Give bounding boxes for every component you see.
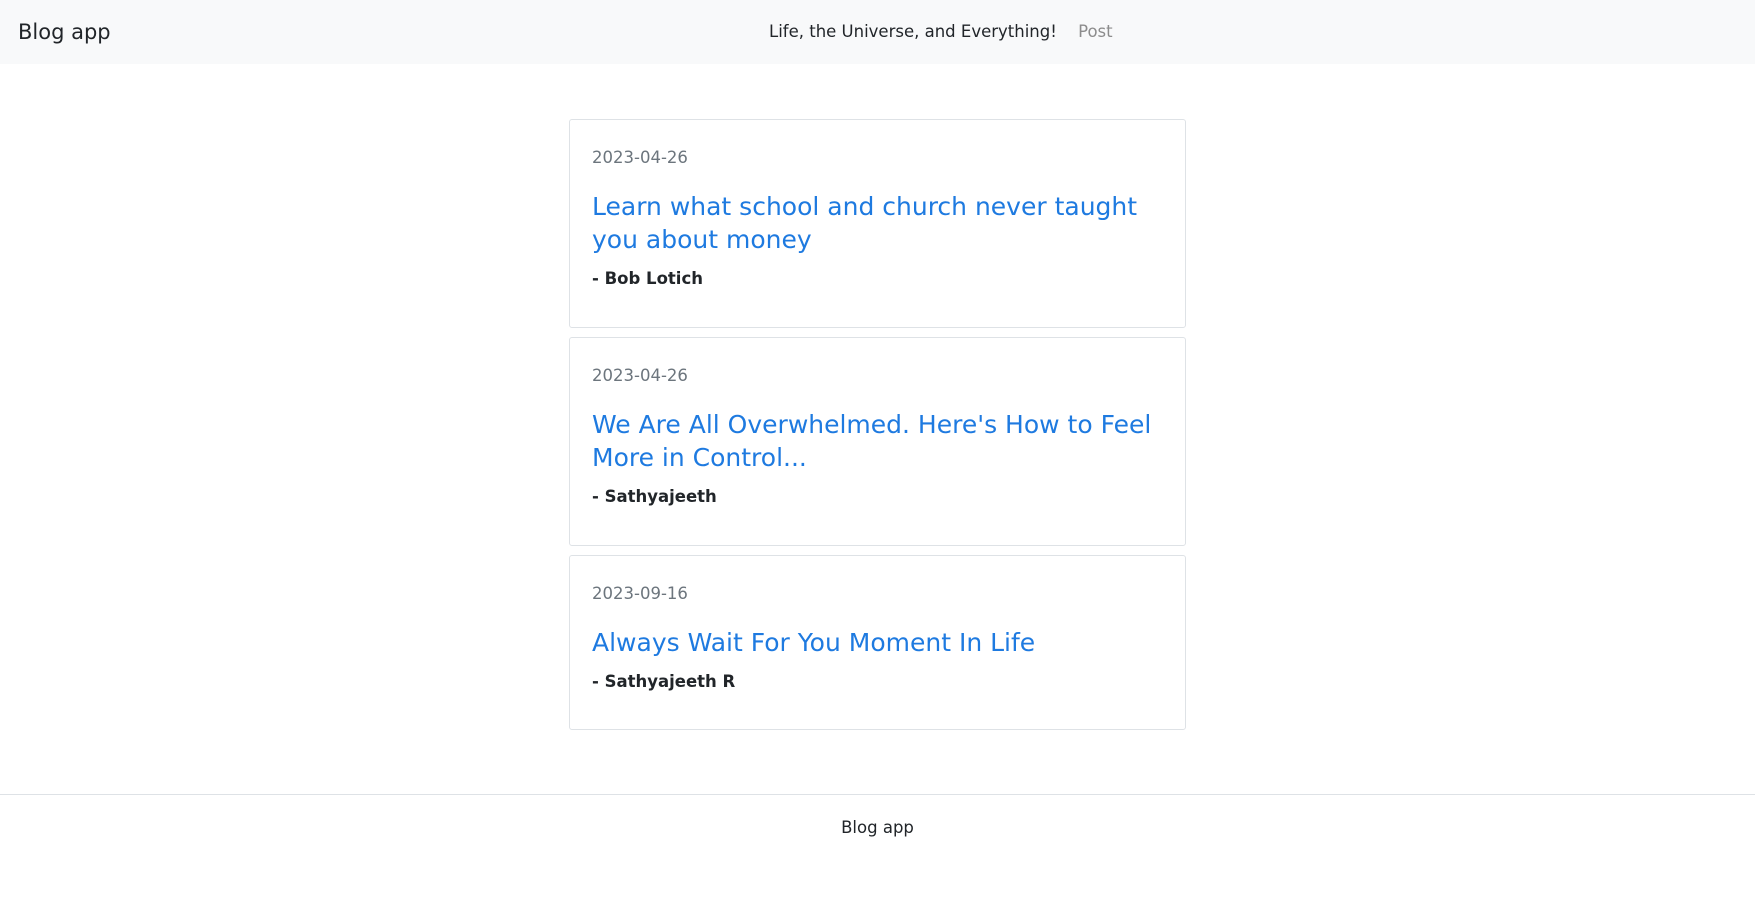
post-date: 2023-04-26 — [592, 366, 688, 385]
post-author: - Sathyajeeth — [592, 487, 717, 506]
post-date: 2023-04-26 — [592, 148, 688, 167]
nav-links: Life, the Universe, and Everything! Post — [769, 21, 1113, 43]
post-author: - Bob Lotich — [592, 269, 703, 288]
post-title-link[interactable]: Learn what school and church never taugh… — [592, 190, 1167, 256]
post-author: - Sathyajeeth R — [592, 672, 736, 691]
footer-text: Blog app — [841, 818, 914, 837]
navbar: Blog app Life, the Universe, and Everyth… — [0, 0, 1755, 64]
nav-tagline-link[interactable]: Life, the Universe, and Everything! — [769, 22, 1057, 41]
footer: Blog app — [0, 794, 1755, 904]
post-card: 2023-04-26 We Are All Overwhelmed. Here'… — [569, 337, 1186, 546]
brand-link[interactable]: Blog app — [18, 18, 111, 46]
nav-post-link[interactable]: Post — [1078, 22, 1113, 41]
post-card: 2023-09-16 Always Wait For You Moment In… — [569, 555, 1186, 730]
post-date: 2023-09-16 — [592, 584, 688, 603]
post-card: 2023-04-26 Learn what school and church … — [569, 119, 1186, 328]
post-title-link[interactable]: Always Wait For You Moment In Life — [592, 626, 1167, 659]
post-title-link[interactable]: We Are All Overwhelmed. Here's How to Fe… — [592, 408, 1167, 474]
